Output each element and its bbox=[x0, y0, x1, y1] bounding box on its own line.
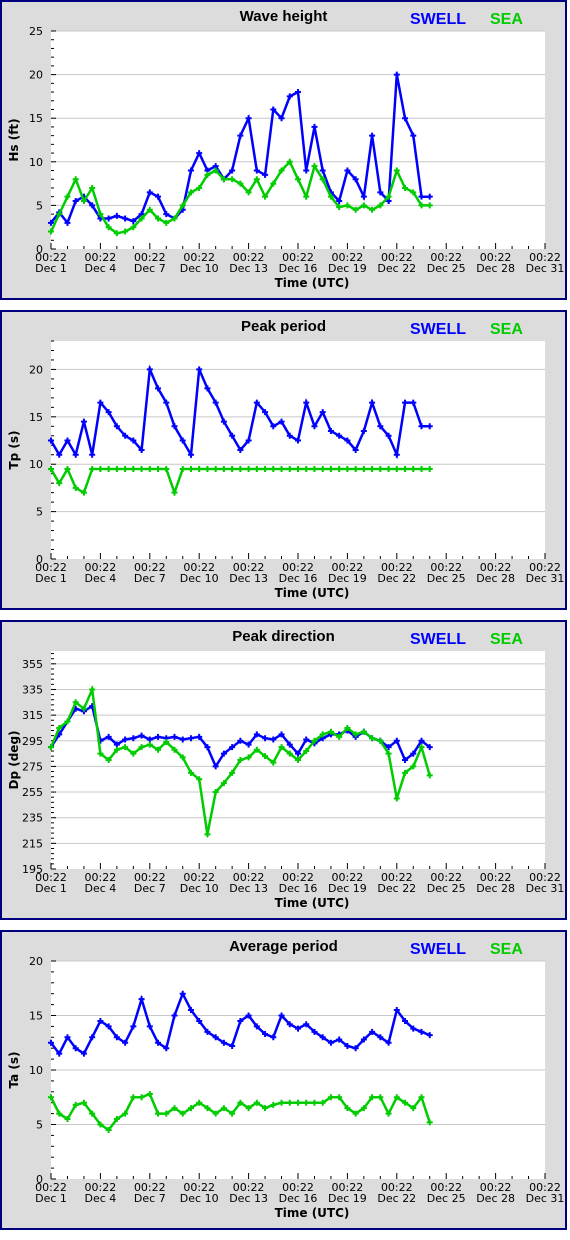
chart-svg: 19521523525527529531533535500:22Dec 100:… bbox=[7, 651, 565, 910]
x-tick-date: Dec 13 bbox=[229, 1192, 268, 1205]
x-tick-date: Dec 16 bbox=[279, 572, 318, 585]
plot-area bbox=[51, 341, 545, 559]
x-tick-date: Dec 31 bbox=[526, 262, 565, 275]
y-tick-label: 10 bbox=[29, 156, 43, 169]
chart-svg: 0510152000:22Dec 100:22Dec 400:22Dec 700… bbox=[7, 955, 565, 1220]
x-tick-date: Dec 19 bbox=[328, 882, 367, 895]
y-tick-label: 10 bbox=[29, 1064, 43, 1077]
chart-panel-wave-height: Wave height SWELL SEA 0 5 10 15 20 25 00:22 Dec… bbox=[0, 0, 567, 300]
x-tick-date: Dec 19 bbox=[328, 572, 367, 585]
x-tick-date: Dec 19 bbox=[328, 262, 367, 275]
x-tick-date: Dec 31 bbox=[526, 882, 565, 895]
x-tick-date: Dec 16 bbox=[279, 1192, 318, 1205]
x-tick-date: Dec 1 bbox=[35, 882, 67, 895]
y-tick-label: 15 bbox=[29, 1010, 43, 1023]
x-tick-date: Dec 28 bbox=[476, 262, 515, 275]
y-tick-label: 355 bbox=[22, 658, 43, 671]
y-tick-label: 20 bbox=[29, 955, 43, 968]
y-tick-label: 315 bbox=[22, 709, 43, 722]
x-tick-date: Dec 10 bbox=[180, 1192, 219, 1205]
x-tick-date: Dec 25 bbox=[427, 262, 466, 275]
y-tick-label: 275 bbox=[22, 760, 43, 773]
chart-svg: 0510152000:22Dec 100:22Dec 400:22Dec 700… bbox=[7, 340, 565, 600]
y-axis-label: Ta (s) bbox=[7, 1051, 21, 1088]
x-tick-date: Dec 4 bbox=[85, 572, 117, 585]
y-axis-label: Dp (deg) bbox=[7, 730, 21, 789]
chart-panel-peak-direction: Peak direction SWELL SEA 195 215 235 255 275… bbox=[0, 620, 567, 920]
x-tick-date: Dec 16 bbox=[279, 882, 318, 895]
y-tick-label: 15 bbox=[29, 411, 43, 424]
x-tick-date: Dec 1 bbox=[35, 262, 67, 275]
x-tick-date: Dec 28 bbox=[476, 882, 515, 895]
x-tick-date: Dec 1 bbox=[35, 572, 67, 585]
x-tick-date: Dec 7 bbox=[134, 1192, 166, 1205]
x-tick-date: Dec 7 bbox=[134, 882, 166, 895]
x-tick-date: Dec 25 bbox=[427, 882, 466, 895]
x-tick-date: Dec 10 bbox=[180, 882, 219, 895]
x-axis-label: Time (UTC) bbox=[275, 896, 350, 910]
y-tick-label: 10 bbox=[29, 458, 43, 471]
x-tick-date: Dec 10 bbox=[180, 572, 219, 585]
x-tick-date: Dec 22 bbox=[377, 882, 416, 895]
x-axis-label: Time (UTC) bbox=[275, 276, 350, 290]
y-tick-label: 20 bbox=[29, 363, 43, 376]
x-tick-date: Dec 22 bbox=[377, 572, 416, 585]
x-tick-date: Dec 16 bbox=[279, 262, 318, 275]
x-tick-date: Dec 31 bbox=[526, 572, 565, 585]
chart-panel-average-period: Average period SWELL SEA 0 5 10 15 20 00:22 De… bbox=[0, 930, 567, 1230]
y-tick-label: 25 bbox=[29, 25, 43, 38]
x-axis-label: Time (UTC) bbox=[275, 1206, 350, 1220]
x-tick-date: Dec 19 bbox=[328, 1192, 367, 1205]
x-tick-date: Dec 4 bbox=[85, 882, 117, 895]
x-tick-date: Dec 25 bbox=[427, 572, 466, 585]
x-tick-date: Dec 22 bbox=[377, 1192, 416, 1205]
y-axis-label: Tp (s) bbox=[7, 430, 21, 469]
y-axis-label: Hs (ft) bbox=[7, 118, 21, 161]
x-tick-date: Dec 7 bbox=[134, 572, 166, 585]
x-tick-date: Dec 7 bbox=[134, 262, 166, 275]
chart-panel-peak-period: Peak period SWELL SEA 0 5 10 15 20 00:22 Dec 1… bbox=[0, 310, 567, 610]
y-tick-label: 255 bbox=[22, 786, 43, 799]
x-tick-date: Dec 28 bbox=[476, 1192, 515, 1205]
x-tick-date: Dec 10 bbox=[180, 262, 219, 275]
y-tick-label: 20 bbox=[29, 69, 43, 82]
x-tick-date: Dec 28 bbox=[476, 572, 515, 585]
y-tick-label: 295 bbox=[22, 735, 43, 748]
chart-svg: 051015202500:22Dec 100:22Dec 400:22Dec 7… bbox=[7, 25, 565, 290]
x-tick-date: Dec 25 bbox=[427, 1192, 466, 1205]
x-tick-date: Dec 13 bbox=[229, 262, 268, 275]
y-tick-label: 335 bbox=[22, 683, 43, 696]
x-tick-date: Dec 13 bbox=[229, 882, 268, 895]
x-tick-date: Dec 22 bbox=[377, 262, 416, 275]
y-tick-label: 235 bbox=[22, 812, 43, 825]
x-tick-date: Dec 1 bbox=[35, 1192, 67, 1205]
x-axis-label: Time (UTC) bbox=[275, 586, 350, 600]
x-tick-date: Dec 31 bbox=[526, 1192, 565, 1205]
x-tick-date: Dec 13 bbox=[229, 572, 268, 585]
x-tick-date: Dec 4 bbox=[85, 1192, 117, 1205]
y-tick-label: 5 bbox=[36, 1119, 43, 1132]
y-tick-label: 5 bbox=[36, 506, 43, 519]
x-tick-date: Dec 4 bbox=[85, 262, 117, 275]
y-tick-label: 215 bbox=[22, 837, 43, 850]
y-tick-label: 5 bbox=[36, 199, 43, 212]
y-tick-label: 15 bbox=[29, 112, 43, 125]
